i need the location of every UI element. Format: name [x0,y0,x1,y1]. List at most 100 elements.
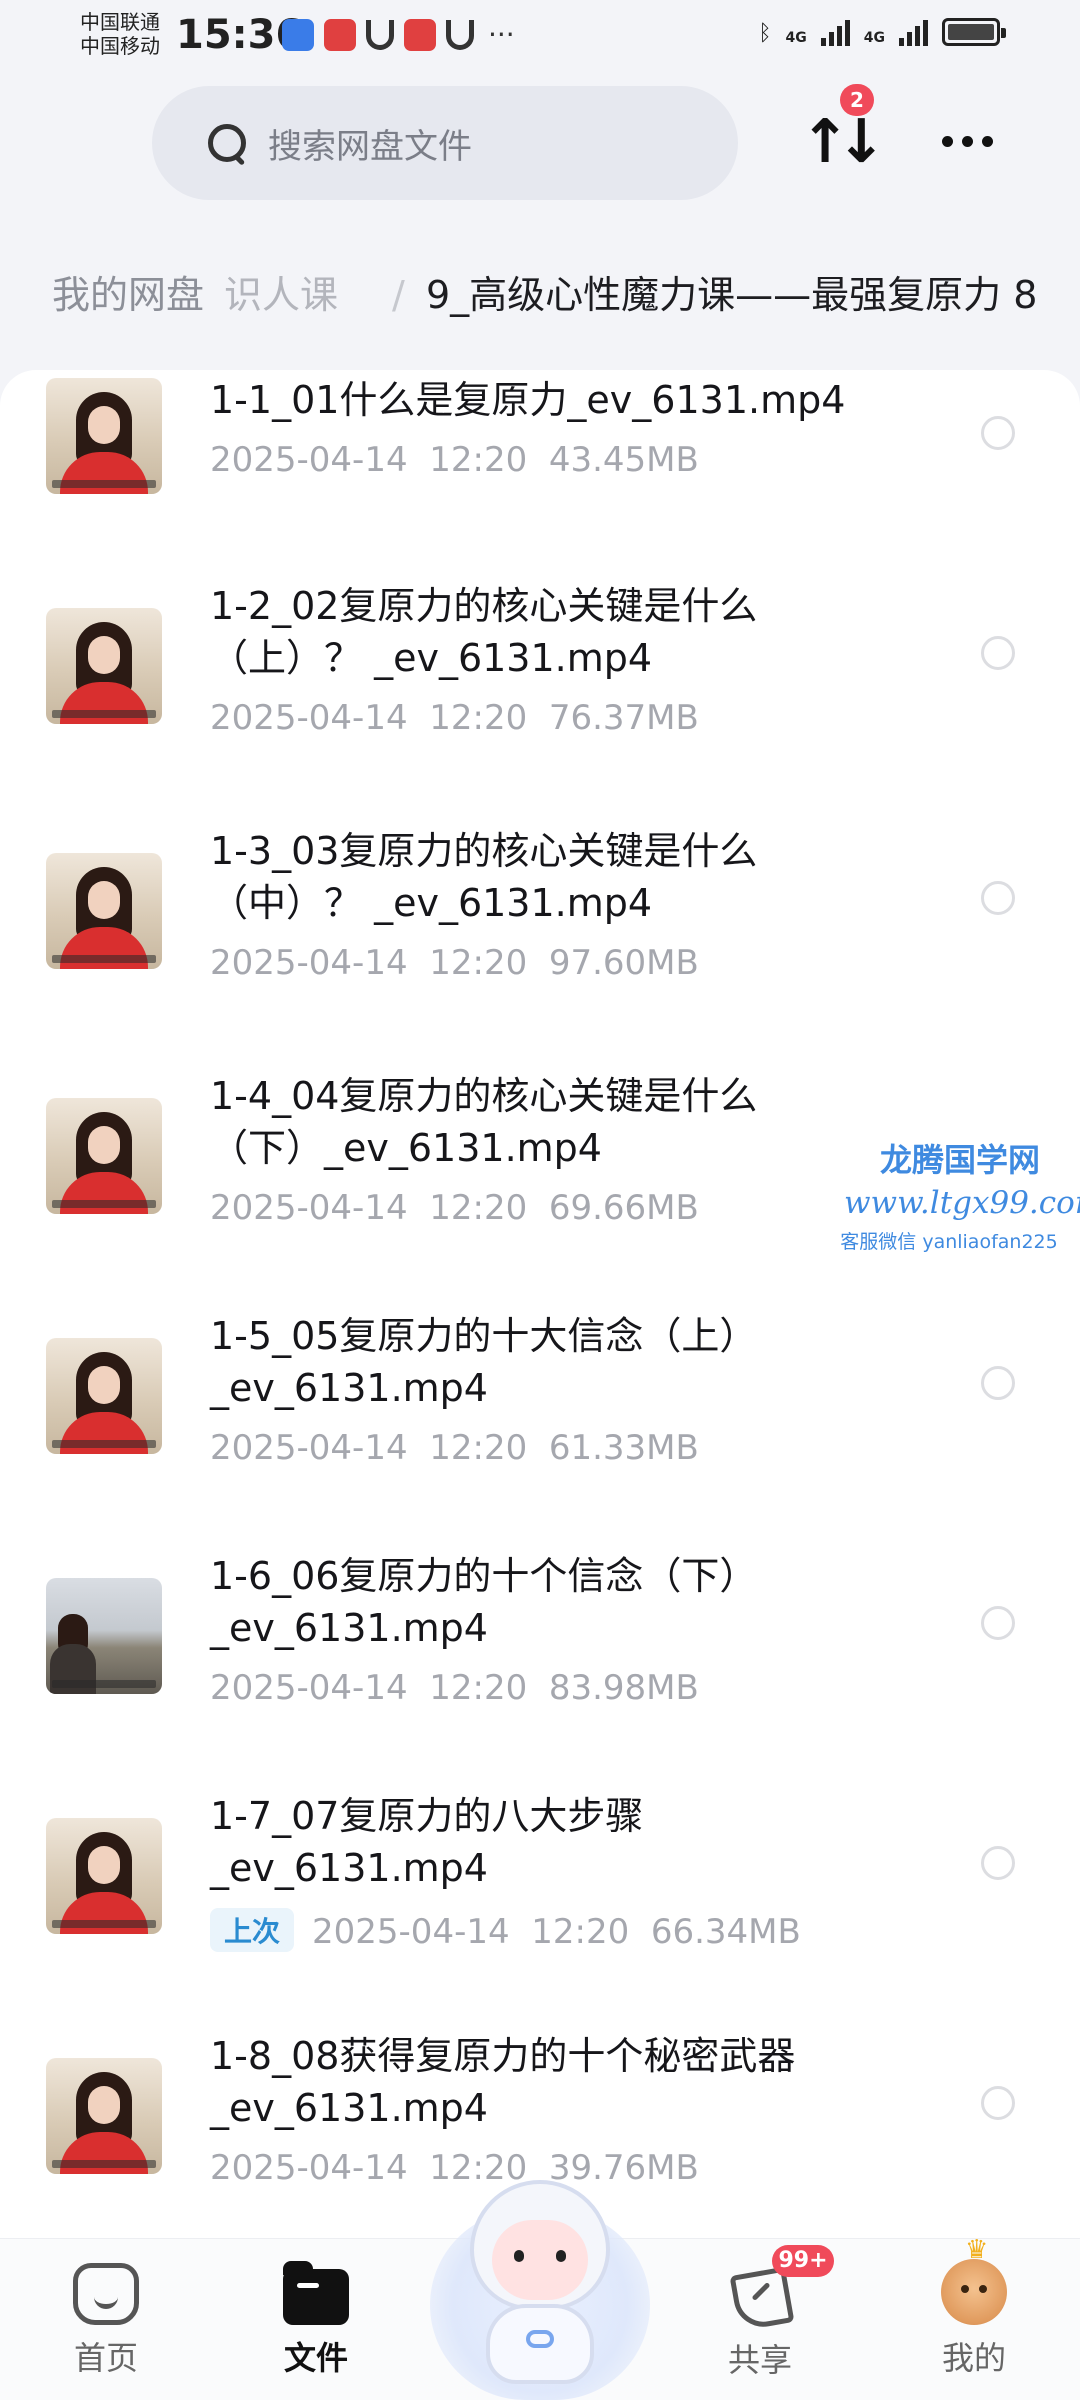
file-meta: 2025-04-14 12:20 69.66MB [210,1188,699,1228]
search-placeholder: 搜索网盘文件 [268,126,472,167]
file-size: 66.34MB [650,1912,801,1952]
file-row[interactable]: 1-2_02复原力的核心关键是什么（上）？ _ev_6131.mp4 2025-… [0,580,1080,820]
carrier-2: 中国移动 [80,34,160,58]
transfer-arrows-icon: ↑↓ [800,107,886,177]
cloud-logo-icon [526,2330,554,2348]
file-row[interactable]: 1-5_05复原力的十大信念（上）_ev_6131.mp4 2025-04-14… [0,1310,1080,1550]
file-name: 1-6_06复原力的十个信念（下）_ev_6131.mp4 [210,1554,758,1650]
video-thumbnail [46,853,162,969]
nav-me[interactable]: 我的 [904,2235,1044,2379]
signal-icon [820,18,850,46]
file-time: 12:20 [531,1912,630,1952]
file-meta: 2025-04-14 12:20 43.45MB [210,440,699,480]
avatar [941,2235,1007,2325]
bluetooth-icon: ᛒ [758,21,772,46]
nav-files[interactable]: 文件 [246,2261,386,2379]
file-size: 43.45MB [548,440,699,480]
file-size: 76.37MB [548,698,699,738]
file-name: 1-5_05复原力的十大信念（上）_ev_6131.mp4 [210,1314,758,1410]
app-notification-icon [282,18,314,51]
network-type-2: 4G [863,30,885,46]
file-meta: 上次 2025-04-14 12:20 66.34MB [210,1908,801,1952]
video-thumbnail [46,1578,162,1694]
nav-home-label: 首页 [73,2339,138,2377]
file-time: 12:20 [429,943,528,983]
video-thumbnail [46,1338,162,1454]
file-meta: 2025-04-14 12:20 83.98MB [210,1668,699,1708]
share-badge: 99+ [772,2245,834,2277]
select-radio[interactable] [981,636,1015,670]
file-meta: 2025-04-14 12:20 61.33MB [210,1428,699,1468]
select-radio[interactable] [981,881,1015,915]
file-size: 83.98MB [548,1668,699,1708]
mascot-face [492,2220,588,2300]
network-type-1: 4G [785,30,807,46]
search-input[interactable]: 搜索网盘文件 [152,86,738,200]
notification-icons: ··· [282,18,515,51]
file-time: 12:20 [429,1668,528,1708]
file-date: 2025-04-14 [210,2148,408,2188]
video-thumbnail [46,2058,162,2174]
mascot-eye [556,2250,566,2262]
folder-icon [283,2261,349,2325]
breadcrumb-root[interactable]: 我的网盘 [52,260,221,330]
video-thumbnail [46,378,162,494]
file-size: 69.66MB [548,1188,699,1228]
mascot-eye [514,2250,524,2262]
file-date: 2025-04-14 [210,943,408,983]
video-thumbnail [46,608,162,724]
ai-assistant-mascot-button[interactable] [430,2180,650,2400]
app-notification-icon [446,19,474,50]
transfer-badge: 2 [840,84,874,116]
select-radio[interactable] [981,2086,1015,2120]
breadcrumb-folder[interactable]: 识人课 [224,260,338,330]
file-date: 2025-04-14 [210,440,408,480]
home-icon [73,2263,139,2325]
last-played-tag: 上次 [210,1908,295,1952]
file-date: 2025-04-14 [210,1668,408,1708]
file-time: 12:20 [429,1428,528,1468]
more-notifications-icon: ··· [488,18,515,51]
file-size: 97.60MB [548,943,699,983]
search-icon [208,124,246,162]
file-time: 12:20 [429,698,528,738]
file-row[interactable]: 1-6_06复原力的十个信念（下）_ev_6131.mp4 2025-04-14… [0,1550,1080,1790]
carrier-1: 中国联通 [80,10,160,34]
select-radio[interactable] [981,1366,1015,1400]
file-date: 2025-04-14 [312,1912,510,1952]
video-thumbnail [46,1818,162,1934]
breadcrumb-current: 9_高级心性魔力课——最强复原力 8 [426,273,1038,317]
select-radio[interactable] [981,416,1015,450]
transfer-list-button[interactable]: ↑↓ 2 [790,84,886,180]
app-notification-icon [324,18,356,51]
file-name: 1-2_02复原力的核心关键是什么（上）？ _ev_6131.mp4 [210,584,758,680]
file-row[interactable]: 1-1_01什么是复原力_ev_6131.mp4 2025-04-14 12:2… [0,370,1080,600]
more-dot-icon [981,135,993,147]
video-thumbnail [46,1098,162,1214]
file-name: 1-8_08获得复原力的十个秘密武器_ev_6131.mp4 [210,2034,796,2130]
file-name: 1-7_07复原力的八大步骤_ev_6131.mp4 [210,1794,644,1890]
file-meta: 2025-04-14 12:20 97.60MB [210,943,699,983]
nav-home[interactable]: 首页 [36,2263,176,2379]
file-row[interactable]: 1-3_03复原力的核心关键是什么（中）？ _ev_6131.mp4 2025-… [0,825,1080,1065]
system-icons: ᛒ 4G 4G [758,18,1006,46]
watermark: 龙腾国学网 www.ltgx99.com 客服微信 yanliaofan225 [840,1135,1080,1254]
file-name: 1-3_03复原力的核心关键是什么（中）？ _ev_6131.mp4 [210,829,758,925]
select-radio[interactable] [981,1606,1015,1640]
nav-me-label: 我的 [941,2339,1006,2377]
carrier-info: 中国联通 中国移动 [80,10,160,58]
battery-icon [942,18,1006,46]
file-meta: 2025-04-14 12:20 76.37MB [210,698,699,738]
watermark-contact: 客服微信 yanliaofan225 [840,1231,1058,1253]
app-notification-icon [366,19,394,50]
status-bar: 中国联通 中国移动 15:36 ··· ᛒ 4G 4G [0,0,1080,70]
more-options-button[interactable] [932,116,1002,166]
select-radio[interactable] [981,1846,1015,1880]
nav-share[interactable]: 99+ 共享 [690,2245,834,2381]
file-row[interactable]: 1-7_07复原力的八大步骤_ev_6131.mp4 上次 2025-04-14 … [0,1790,1080,2030]
file-size: 61.33MB [548,1428,699,1468]
file-name: 1-4_04复原力的核心关键是什么（下）_ev_6131.mp4 [210,1074,758,1170]
watermark-title: 龙腾国学网 [879,1141,1040,1179]
nav-files-label: 文件 [283,2339,348,2377]
file-name: 1-1_01什么是复原力_ev_6131.mp4 [210,378,846,422]
